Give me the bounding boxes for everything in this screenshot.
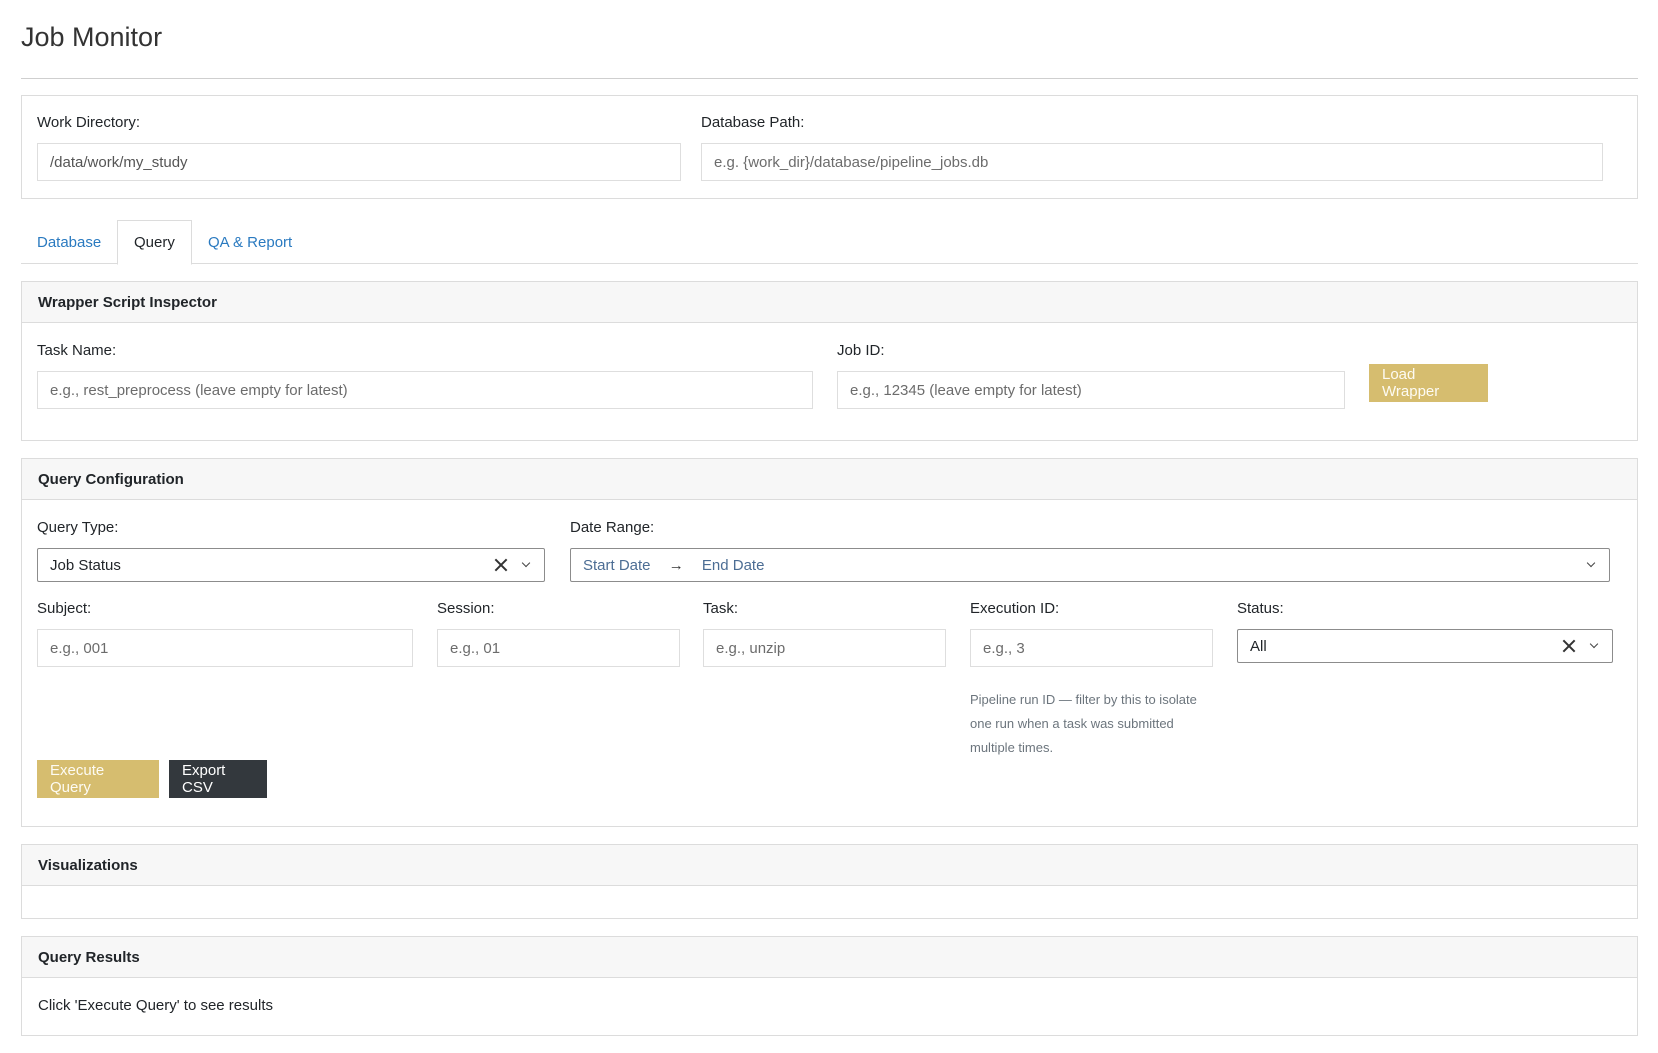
work-dir-label: Work Directory: [37, 114, 141, 131]
work-dir-input[interactable]: /data/work/my_study [37, 143, 681, 181]
visualizations-card: Visualizations [21, 844, 1638, 919]
tab-database[interactable]: Database [21, 220, 117, 264]
date-range-end[interactable]: End Date [702, 557, 765, 574]
tab-qa-report[interactable]: QA & Report [192, 220, 308, 264]
execution-id-help: Pipeline run ID — filter by this to isol… [970, 692, 1197, 755]
query-config-card: Query Configuration Query Type: Job Stat… [21, 458, 1638, 827]
config-card: Work Directory: /data/work/my_study Data… [21, 95, 1638, 199]
task-name-input[interactable]: e.g., rest_preprocess (leave empty for l… [37, 371, 813, 409]
chevron-down-icon [522, 561, 530, 569]
query-results-card: Query Results Click 'Execute Query' to s… [21, 936, 1638, 1036]
query-type-label: Query Type: [37, 519, 119, 536]
visualizations-header: Visualizations [22, 845, 1637, 886]
job-id-label: Job ID: [837, 342, 885, 359]
execution-id-placeholder: e.g., 3 [983, 639, 1025, 657]
tab-query[interactable]: Query [117, 220, 192, 265]
db-path-label: Database Path: [701, 114, 805, 131]
date-range-start[interactable]: Start Date [583, 557, 651, 574]
execute-query-button[interactable]: Execute Query [37, 760, 159, 798]
export-csv-button[interactable]: Export CSV [169, 760, 267, 798]
task-name-label: Task Name: [37, 342, 117, 359]
task-placeholder: e.g., unzip [716, 639, 786, 657]
subject-input[interactable]: e.g., 001 [37, 629, 413, 667]
wrapper-inspector-header: Wrapper Script Inspector [22, 282, 1637, 323]
job-id-input[interactable]: e.g., 12345 (leave empty for latest) [837, 371, 1345, 409]
task-label: Task: [703, 600, 739, 617]
db-path-placeholder: e.g. {work_dir}/database/pipeline_jobs.d… [714, 153, 989, 171]
query-config-header: Query Configuration [22, 459, 1637, 500]
work-dir-value: /data/work/my_study [50, 153, 188, 171]
job-monitor-page: Job Monitor Work Directory: /data/work/m… [0, 0, 1658, 1053]
arrow-right-icon: → [668, 556, 684, 574]
load-wrapper-button[interactable]: Load Wrapper [1369, 364, 1488, 402]
status-value: All [1250, 637, 1267, 655]
task-input[interactable]: e.g., unzip [703, 629, 946, 667]
session-input[interactable]: e.g., 01 [437, 629, 680, 667]
date-range-picker[interactable]: Start Date → End Date [570, 548, 1610, 582]
chevron-down-icon [1590, 642, 1598, 650]
execution-id-label: Execution ID: [970, 600, 1060, 617]
results-empty-text: Click 'Execute Query' to see results [38, 997, 273, 1014]
job-id-placeholder: e.g., 12345 (leave empty for latest) [850, 381, 1082, 399]
subject-placeholder: e.g., 001 [50, 639, 109, 657]
status-select[interactable]: All [1237, 629, 1613, 663]
task-name-placeholder: e.g., rest_preprocess (leave empty for l… [50, 381, 348, 399]
query-type-select[interactable]: Job Status [37, 548, 545, 582]
query-type-value: Job Status [50, 556, 121, 574]
title-divider [21, 78, 1638, 79]
date-range-label: Date Range: [570, 519, 655, 536]
session-placeholder: e.g., 01 [450, 639, 501, 657]
query-results-header: Query Results [22, 937, 1637, 978]
subject-label: Subject: [37, 600, 92, 617]
db-path-input[interactable]: e.g. {work_dir}/database/pipeline_jobs.d… [701, 143, 1603, 181]
page-title: Job Monitor [21, 22, 163, 52]
clear-icon[interactable] [1562, 639, 1576, 653]
session-label: Session: [437, 600, 495, 617]
clear-icon[interactable] [494, 558, 508, 572]
wrapper-inspector-card: Wrapper Script Inspector Task Name: e.g.… [21, 281, 1638, 441]
execution-id-input[interactable]: e.g., 3 [970, 629, 1213, 667]
status-label: Status: [1237, 600, 1284, 617]
chevron-down-icon [1587, 561, 1595, 569]
tab-bar: Database Query QA & Report [21, 220, 1638, 265]
